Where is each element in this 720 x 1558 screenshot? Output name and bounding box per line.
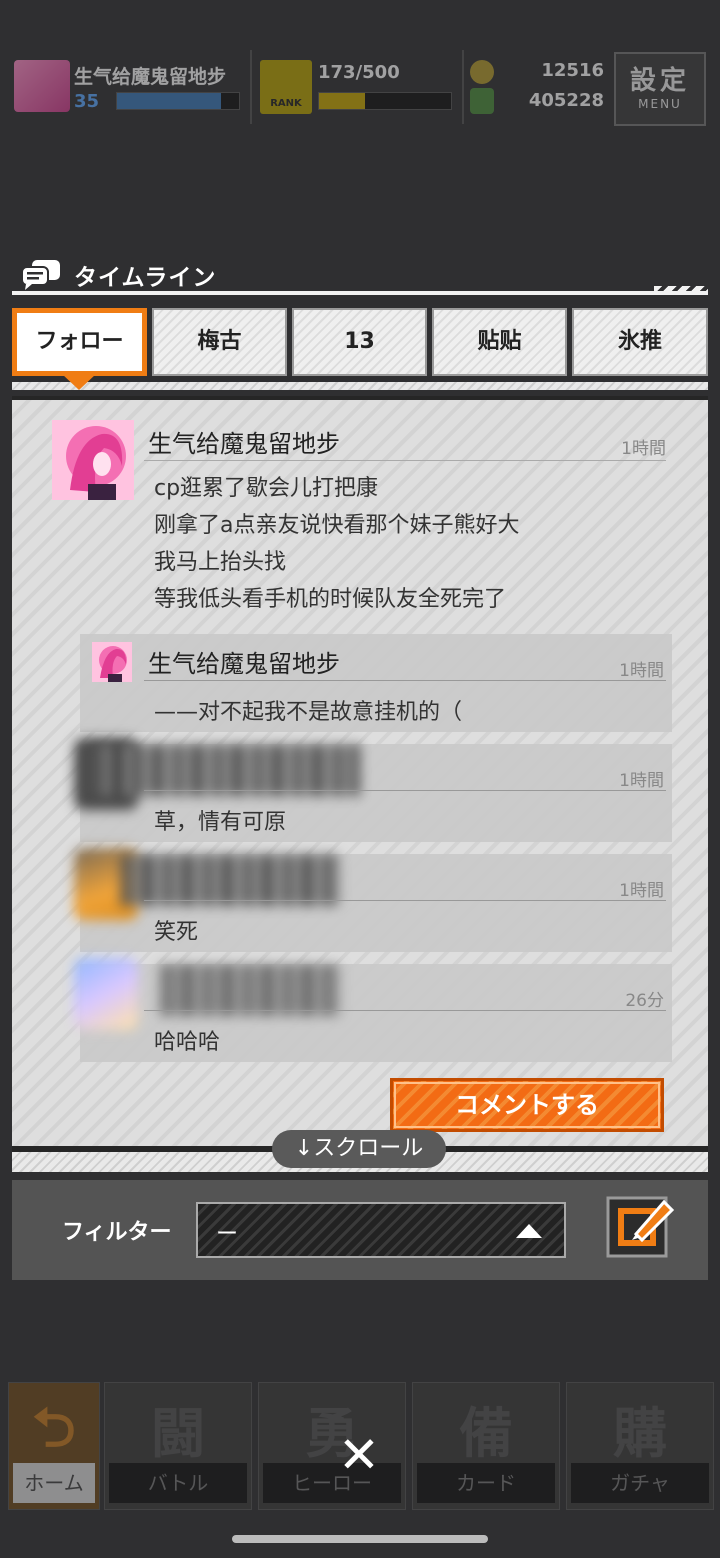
comment-divider bbox=[144, 900, 666, 901]
filter-dropdown[interactable]: ー bbox=[196, 1202, 566, 1258]
tab-follow[interactable]: フォロー bbox=[12, 308, 147, 376]
comment-item: 生气给魔鬼留地步 1時間 ——对不起我不是故意挂机的（ bbox=[80, 634, 672, 732]
nav-hero[interactable]: 勇 ヒーロー bbox=[258, 1382, 406, 1510]
post-line: 刚拿了a点亲友说快看那个妹子熊好大 bbox=[154, 513, 520, 538]
compose-button[interactable] bbox=[606, 1190, 678, 1260]
timeline-panel[interactable]: 生气给魔鬼留地步 1時間 cp逛累了歇会儿打把康 刚拿了a点亲友说快看那个妹子熊… bbox=[12, 396, 708, 1146]
comment-timestamp: 1時間 bbox=[619, 881, 664, 901]
nav-label: カード bbox=[417, 1463, 555, 1503]
nav-label: ホーム bbox=[13, 1463, 95, 1503]
comment-divider bbox=[144, 790, 666, 791]
divider bbox=[250, 50, 252, 124]
comment-text: ——对不起我不是故意挂机的（ bbox=[154, 700, 463, 725]
chat-bubbles-icon bbox=[21, 260, 60, 290]
player-avatar bbox=[14, 60, 70, 112]
comment-item: 1時間 草，情有可原 bbox=[74, 738, 672, 842]
rank-badge: RANK bbox=[260, 60, 312, 114]
level-progress-bar bbox=[116, 92, 240, 110]
post-author-name[interactable]: 生气给魔鬼留地步 bbox=[148, 424, 340, 459]
gem-icon bbox=[470, 88, 494, 114]
tab-2[interactable]: 梅古 bbox=[152, 308, 287, 376]
filter-value: ー bbox=[216, 1222, 239, 1247]
rank-progress-bar bbox=[318, 92, 452, 110]
timeline-title: タイムライン bbox=[74, 265, 217, 291]
nav-gacha[interactable]: 購 ガチャ bbox=[566, 1382, 714, 1510]
post-divider bbox=[144, 460, 666, 461]
nav-battle[interactable]: 闘 バトル bbox=[104, 1382, 252, 1510]
post-line: 我马上抬头找 bbox=[154, 550, 287, 575]
blurred-author-name bbox=[90, 744, 360, 796]
scroll-hint: ↓スクロール bbox=[272, 1130, 446, 1168]
status-bar: 生气给魔鬼留地步 35 RANK 173/500 12516 405228 設定… bbox=[0, 44, 720, 134]
blurred-author-name bbox=[120, 854, 340, 906]
player-level: 35 bbox=[74, 91, 100, 112]
blurred-avatar[interactable] bbox=[74, 958, 138, 1030]
close-icon[interactable]: ✕ bbox=[336, 1430, 382, 1480]
coin-icon bbox=[470, 60, 494, 84]
nav-label: ガチャ bbox=[571, 1463, 709, 1503]
comment-text: 哈哈哈 bbox=[154, 1030, 221, 1055]
post-line: 等我低头看手机的时候队友全死完了 bbox=[154, 587, 507, 612]
rank-progress-fill bbox=[319, 93, 366, 109]
gacha-icon: 購 bbox=[613, 1402, 667, 1465]
comment-timestamp: 1時間 bbox=[619, 661, 664, 681]
active-tab-pointer bbox=[62, 374, 96, 390]
comment-divider bbox=[144, 1010, 666, 1011]
header-divider-cap bbox=[654, 286, 708, 292]
nav-card[interactable]: 備 カード bbox=[412, 1382, 560, 1510]
caret-up-icon bbox=[516, 1224, 542, 1238]
post-author-avatar[interactable] bbox=[52, 420, 134, 500]
rank-exp: 173/500 bbox=[318, 62, 400, 83]
comment-item: 26分 哈哈哈 bbox=[74, 958, 672, 1062]
battle-icon: 闘 bbox=[151, 1402, 205, 1465]
tab-5[interactable]: 氷推 bbox=[572, 308, 708, 376]
post-timestamp: 1時間 bbox=[621, 439, 666, 459]
comment-divider bbox=[144, 680, 666, 681]
gem-count: 405228 bbox=[528, 90, 604, 111]
header-divider bbox=[12, 291, 708, 295]
blurred-author-name bbox=[160, 964, 340, 1016]
comment-text: 草，情有可原 bbox=[154, 810, 287, 835]
card-icon: 備 bbox=[459, 1402, 513, 1465]
divider bbox=[462, 50, 464, 124]
timeline-tabs: フォロー 梅古 13 贴贴 氷推 bbox=[12, 308, 708, 376]
settings-sublabel: MENU bbox=[638, 97, 682, 111]
post-line: cp逛累了歇会儿打把康 bbox=[154, 476, 379, 501]
tab-3[interactable]: 13 bbox=[292, 308, 427, 376]
comment-timestamp: 26分 bbox=[625, 991, 664, 1011]
tabs-underline bbox=[12, 382, 708, 390]
home-indicator[interactable] bbox=[232, 1535, 488, 1543]
comment-author-name[interactable]: 生气给魔鬼留地步 bbox=[148, 644, 340, 679]
settings-label: 設定 bbox=[629, 66, 690, 96]
level-progress-fill bbox=[117, 93, 221, 109]
comment-item: 1時間 笑死 bbox=[74, 848, 672, 952]
nav-home[interactable]: ⮌ ホーム bbox=[8, 1382, 100, 1510]
comment-author-avatar[interactable] bbox=[92, 642, 132, 682]
nav-label: バトル bbox=[109, 1463, 247, 1503]
comment-timestamp: 1時間 bbox=[619, 771, 664, 791]
comment-text: 笑死 bbox=[154, 920, 199, 945]
post-body: cp逛累了歇会儿打把康 刚拿了a点亲友说快看那个妹子熊好大 我马上抬头找 等我低… bbox=[154, 470, 674, 618]
filter-label: フィルター bbox=[62, 1220, 172, 1245]
filter-bar: フィルター ー bbox=[12, 1180, 708, 1280]
tab-4[interactable]: 贴贴 bbox=[432, 308, 567, 376]
comment-button[interactable]: コメントする bbox=[390, 1078, 664, 1132]
coin-count: 12516 bbox=[541, 60, 604, 81]
player-name: 生气给魔鬼留地步 bbox=[74, 66, 227, 88]
settings-menu-button[interactable]: 設定 MENU bbox=[614, 52, 706, 126]
hero-icon: 勇 bbox=[305, 1402, 359, 1465]
